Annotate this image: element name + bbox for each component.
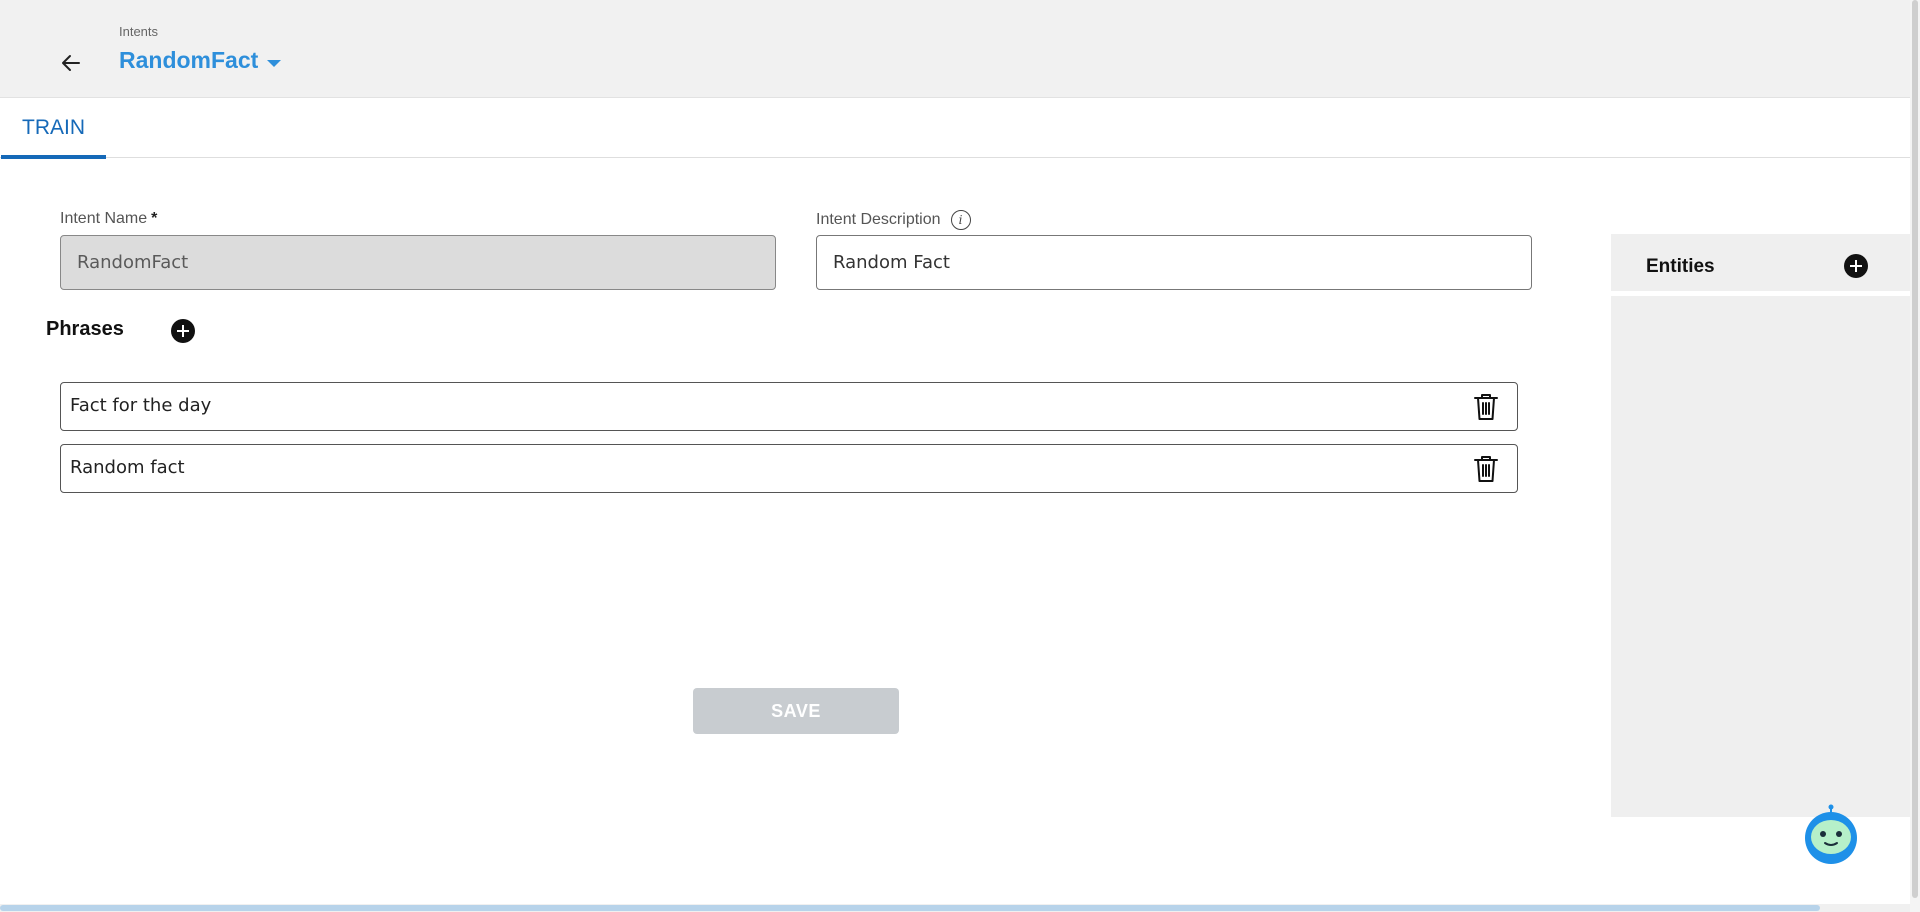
arrow-left-icon bbox=[62, 55, 80, 71]
add-entity-button[interactable] bbox=[1844, 254, 1868, 278]
phrases-title: Phrases bbox=[46, 318, 124, 340]
breadcrumb[interactable]: Intents bbox=[119, 24, 158, 39]
page-title: RandomFact bbox=[119, 47, 259, 73]
phrase-text[interactable]: Fact for the day bbox=[70, 395, 211, 416]
required-mark: * bbox=[151, 210, 158, 227]
trash-icon[interactable] bbox=[1473, 455, 1499, 483]
back-button[interactable] bbox=[52, 44, 90, 82]
intent-selector[interactable]: RandomFact bbox=[119, 47, 282, 74]
app-header: Intents RandomFact bbox=[0, 0, 1910, 98]
tab-bar: TRAIN bbox=[0, 98, 1910, 159]
tab-train[interactable]: TRAIN bbox=[1, 98, 106, 159]
trash-icon[interactable] bbox=[1473, 393, 1499, 421]
robot-assistant-icon[interactable] bbox=[1802, 804, 1860, 866]
intent-description-label: Intent Description i bbox=[816, 210, 971, 230]
entities-title: Entities bbox=[1646, 256, 1715, 277]
page: Intents RandomFact TRAIN Intent Name * I… bbox=[0, 0, 1920, 912]
intent-name-input[interactable] bbox=[60, 235, 776, 290]
vertical-scrollbar[interactable] bbox=[1910, 0, 1920, 912]
info-icon[interactable]: i bbox=[950, 210, 971, 230]
entities-panel: Entities bbox=[1611, 234, 1910, 817]
intent-description-input[interactable] bbox=[816, 235, 1532, 290]
phrase-row[interactable]: Fact for the day bbox=[60, 382, 1518, 431]
entities-header: Entities bbox=[1611, 234, 1910, 296]
phrase-text[interactable]: Random fact bbox=[70, 457, 185, 478]
caret-down-icon bbox=[267, 59, 282, 67]
intent-name-label-text: Intent Name bbox=[60, 210, 148, 227]
intent-name-label: Intent Name * bbox=[60, 210, 157, 228]
intent-description-label-text: Intent Description bbox=[816, 211, 941, 228]
horizontal-scrollbar-thumb[interactable] bbox=[0, 905, 1820, 911]
vertical-scrollbar-thumb[interactable] bbox=[1912, 0, 1918, 898]
phrase-row[interactable]: Random fact bbox=[60, 444, 1518, 493]
save-button[interactable]: SAVE bbox=[693, 688, 899, 734]
add-phrase-button[interactable] bbox=[171, 319, 195, 343]
horizontal-scrollbar[interactable] bbox=[0, 904, 1910, 912]
